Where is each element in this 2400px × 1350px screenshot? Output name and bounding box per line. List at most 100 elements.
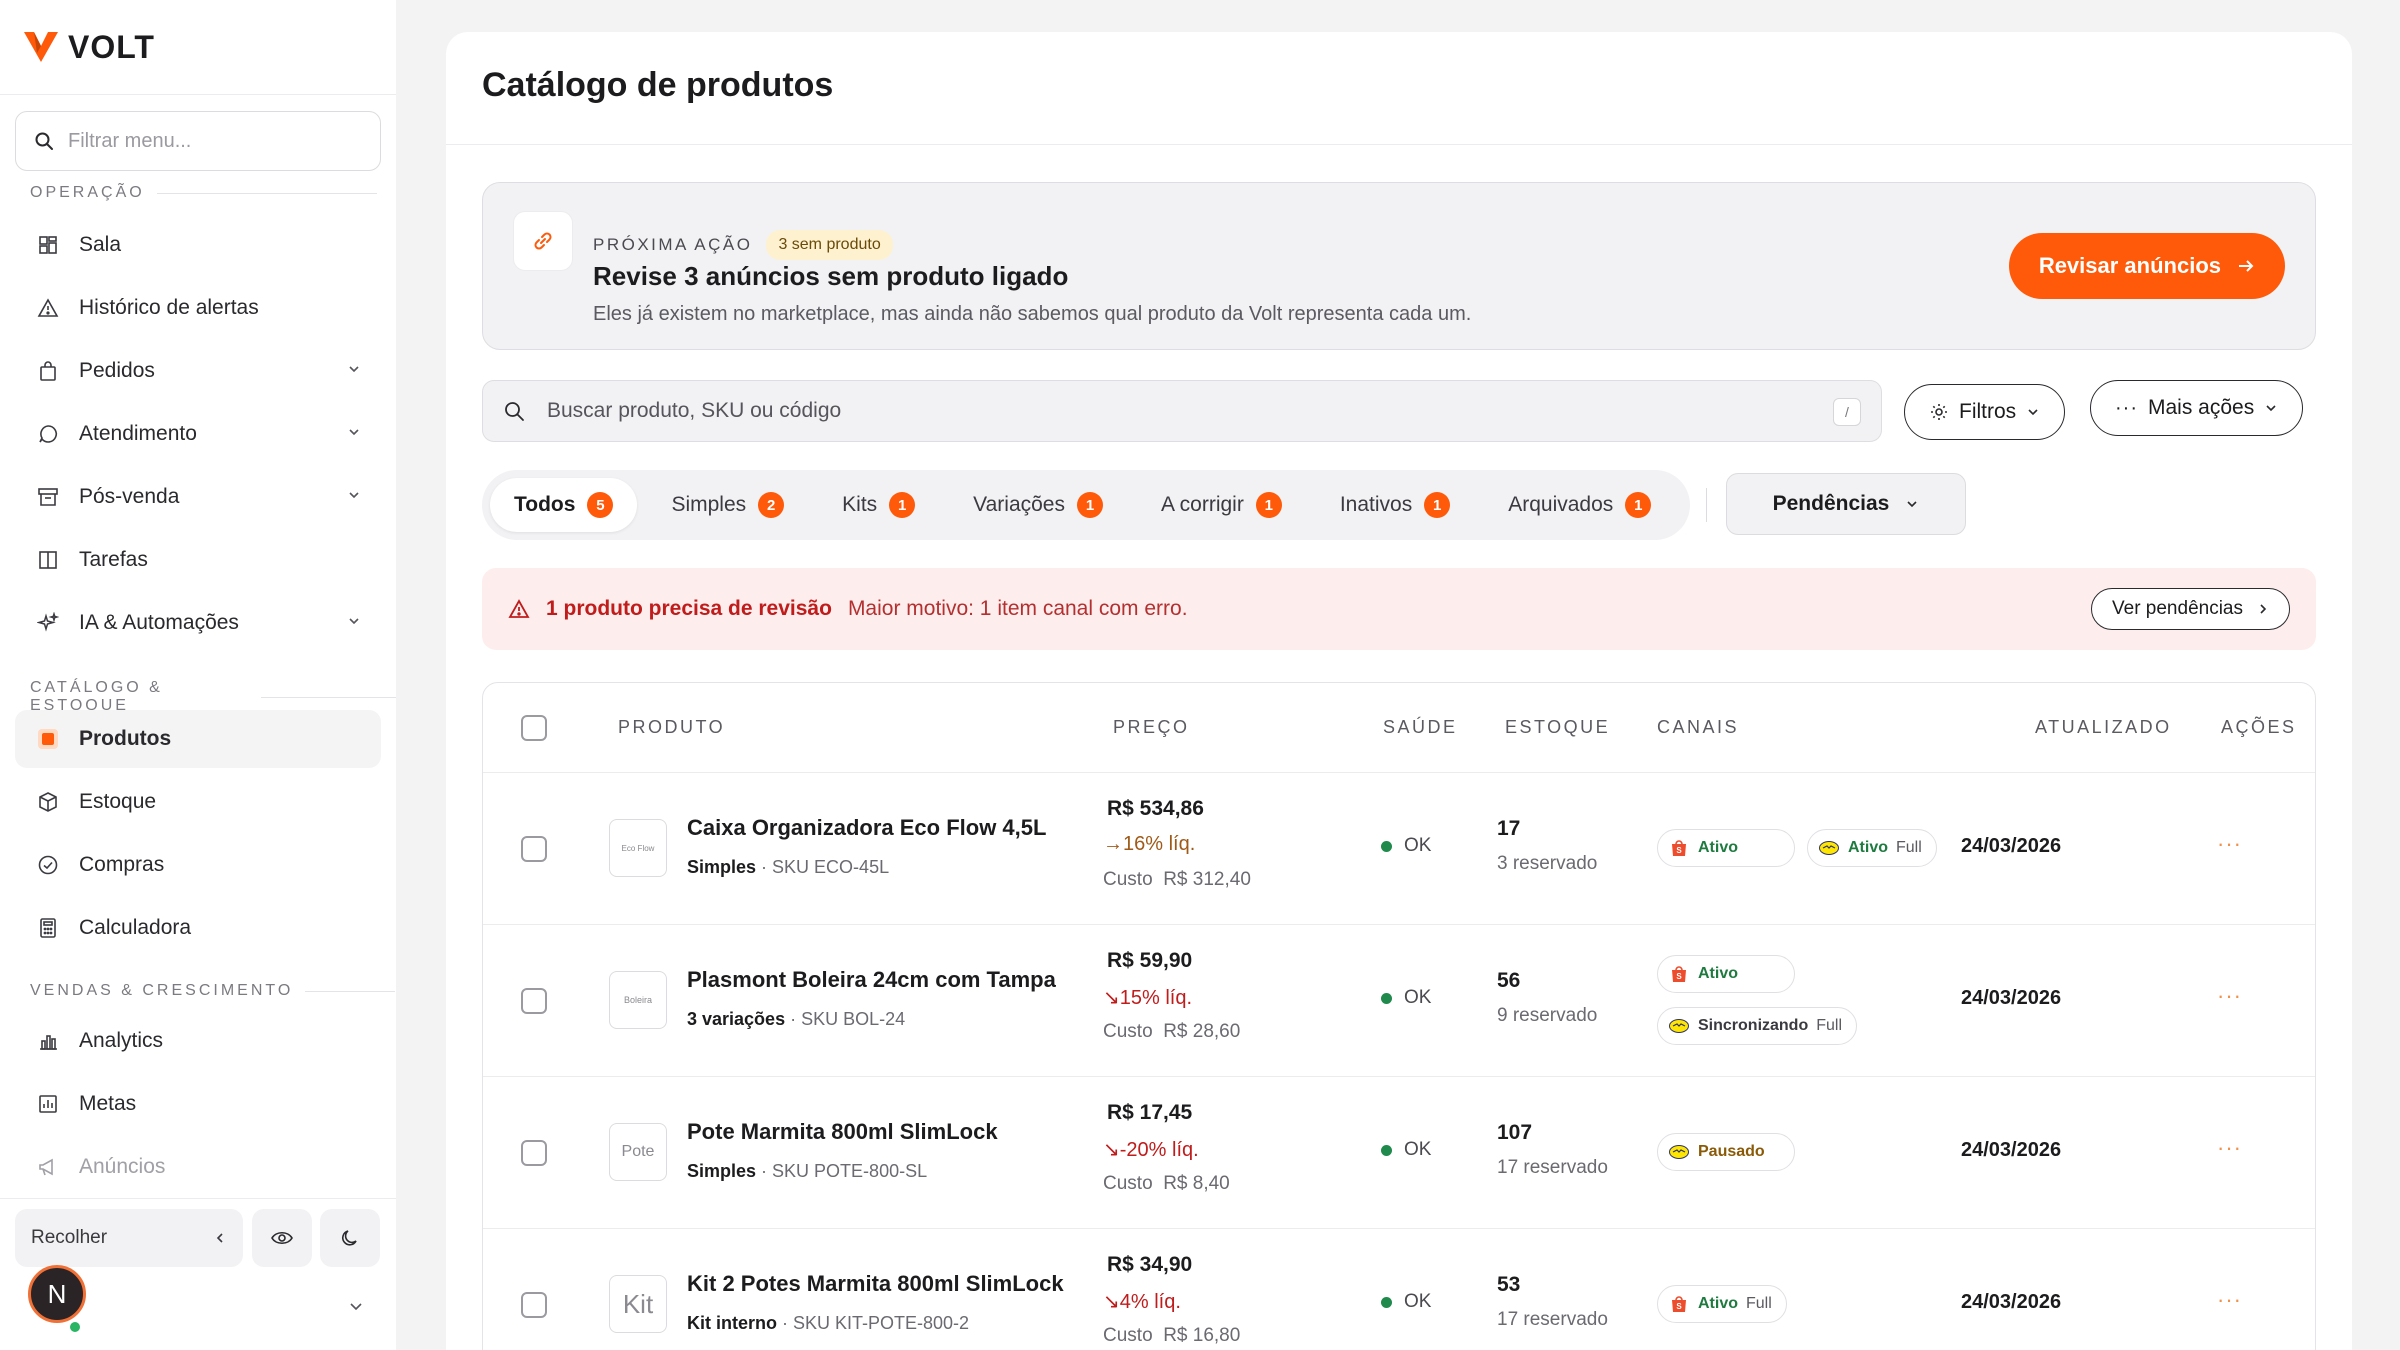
channel-status: Ativo [1698,1295,1738,1312]
collapse-sidebar-button[interactable]: Recolher [15,1209,243,1267]
sidebar-item-pedidos[interactable]: Pedidos [15,342,381,400]
product-name[interactable]: Pote Marmita 800ml SlimLock [687,1119,998,1145]
updated-date: 24/03/2026 [1961,987,2062,1009]
section-line [156,192,377,194]
sidebar-item-pos-venda[interactable]: Pós-venda [15,468,381,526]
next-action-title: Revise 3 anúncios sem produto ligado [593,261,1069,291]
sidebar-item-anuncios[interactable]: Anúncios [15,1138,381,1196]
sidebar-item-metas[interactable]: Metas [15,1075,381,1133]
table-row[interactable]: Kit Kit 2 Potes Marmita 800ml SlimLock K… [483,1229,2315,1350]
alert-title: 1 produto precisa de revisão [546,597,832,620]
product-name[interactable]: Kit 2 Potes Marmita 800ml SlimLock [687,1271,1064,1297]
net-margin: ↘4% líq. [1103,1291,1181,1313]
brand-logo[interactable]: VOLT [24,29,155,65]
table-row[interactable]: Pote Pote Marmita 800ml SlimLock Simples… [483,1077,2315,1229]
sidebar-item-calculadora[interactable]: Calculadora [15,899,381,957]
channel-chip[interactable]: S Ativo Full [1657,1285,1787,1323]
row-checkbox[interactable] [521,836,547,862]
updated-date: 24/03/2026 [1961,1139,2062,1161]
collapse-label: Recolher [31,1227,108,1248]
tab-todos[interactable]: Todos 5 [490,478,638,532]
product-name[interactable]: Plasmont Boleira 24cm com Tampa [687,967,1056,993]
sidebar-item-ia[interactable]: IA & Automações [15,594,381,652]
pendencias-dropdown[interactable]: Pendências [1726,473,1966,535]
gear-icon [1931,404,1947,420]
row-checkbox[interactable] [521,1140,547,1166]
sidebar-item-produtos[interactable]: Produtos [15,710,381,768]
product-search[interactable]: / [482,380,1882,442]
product-name[interactable]: Caixa Organizadora Eco Flow 4,5L [687,815,1046,841]
svg-text:S: S [1676,846,1682,855]
next-action-card: PRÓXIMA AÇÃO 3 sem produto Revise 3 anún… [482,182,2316,350]
sidebar-item-atendimento[interactable]: Atendimento [15,405,381,463]
warning-icon [508,599,530,618]
channel-chip[interactable]: Sincronizando Full [1657,1007,1858,1045]
row-actions-menu[interactable]: ··· [2217,1287,2242,1313]
tab-a-corrigir[interactable]: A corrigir 1 [1137,478,1306,532]
row-actions-menu[interactable]: ··· [2217,983,2242,1009]
sidebar-item-label: Metas [79,1092,137,1115]
product-cost: Custo R$ 28,60 [1103,1021,1240,1043]
column-header: PREÇO [1113,717,1190,737]
tab-arquivados[interactable]: Arquivados 1 [1484,478,1675,532]
theme-toggle-button[interactable] [320,1209,380,1267]
more-actions-button[interactable]: ··· Mais ações [2090,380,2304,436]
product-sku: · SKU ECO-45L [761,857,890,877]
sidebar-item-tarefas[interactable]: Tarefas [15,531,381,589]
menu-filter-input[interactable] [68,129,348,153]
product-price: R$ 534,86 [1107,797,1204,820]
cost-label: Custo [1103,1021,1153,1042]
cost-value: R$ 16,80 [1163,1325,1241,1346]
channel-full-tag: Full [1896,839,1922,856]
select-all-checkbox[interactable] [521,715,547,741]
table-row[interactable]: Boleira Plasmont Boleira 24cm com Tampa … [483,925,2315,1077]
search-input[interactable] [547,399,1747,423]
channel-full-tag: Full [1746,1295,1772,1312]
review-listings-button[interactable]: Revisar anúncios [2008,233,2285,299]
cost-label: Custo [1103,869,1153,890]
stock-quantity: 53 [1497,1273,1521,1296]
tab-count-badge: 1 [1076,492,1103,518]
sidebar-item-label: Atendimento [79,422,197,445]
sidebar-item-compras[interactable]: Compras [15,836,381,894]
menu-filter[interactable] [15,111,381,171]
view-pendencias-button[interactable]: Ver pendências [2091,588,2290,630]
row-actions-menu[interactable]: ··· [2217,831,2242,857]
sidebar-item-sala[interactable]: Sala [15,216,381,274]
table-row[interactable]: Eco Flow Caixa Organizadora Eco Flow 4,5… [483,773,2315,925]
cost-value: R$ 28,60 [1163,1021,1241,1042]
sidebar-item-estoque[interactable]: Estoque [15,773,381,831]
moon-icon [342,1230,357,1246]
sidebar-item-historico[interactable]: Histórico de alertas [15,279,381,337]
shortcut-hint: / [1833,398,1861,426]
bag-icon [35,358,61,384]
shopee-icon: S [1672,1296,1686,1312]
section-label: OPERAÇÃO [30,184,145,201]
sidebar-item-label: Compras [79,853,165,876]
box-icon [35,789,61,815]
sidebar-item-analytics[interactable]: Analytics [15,1012,381,1070]
archive-icon [35,484,61,510]
health-status: OK [1381,1139,1431,1161]
channel-chip[interactable]: S Ativo [1657,829,1795,867]
chevron-down-icon [349,429,359,436]
product-tabs: Todos 5 Simples 2 Kits 1 Variações 1 A corri… [482,470,1690,540]
product-cost: Custo R$ 8,40 [1103,1173,1230,1195]
health-dot [1381,992,1392,1004]
tab-kits[interactable]: Kits 1 [818,478,939,532]
channel-chip[interactable]: S Ativo [1657,955,1795,993]
channel-chip[interactable]: Pausado [1657,1133,1795,1171]
visibility-button[interactable] [252,1209,312,1267]
avatar[interactable]: N [28,1265,86,1323]
tab-inativos[interactable]: Inativos 1 [1316,478,1474,532]
tab-simples[interactable]: Simples 2 [647,478,808,532]
net-margin: ↘15% líq. [1103,987,1193,1009]
row-actions-menu[interactable]: ··· [2217,1135,2242,1161]
channel-chip[interactable]: Ativo Full [1807,829,1937,867]
filters-button[interactable]: Filtros [1904,384,2066,440]
tab-variacoes[interactable]: Variações 1 [949,478,1127,532]
divider [0,94,396,95]
row-checkbox[interactable] [521,1292,547,1318]
row-checkbox[interactable] [521,988,547,1014]
chevron-down-icon[interactable] [348,1298,364,1314]
